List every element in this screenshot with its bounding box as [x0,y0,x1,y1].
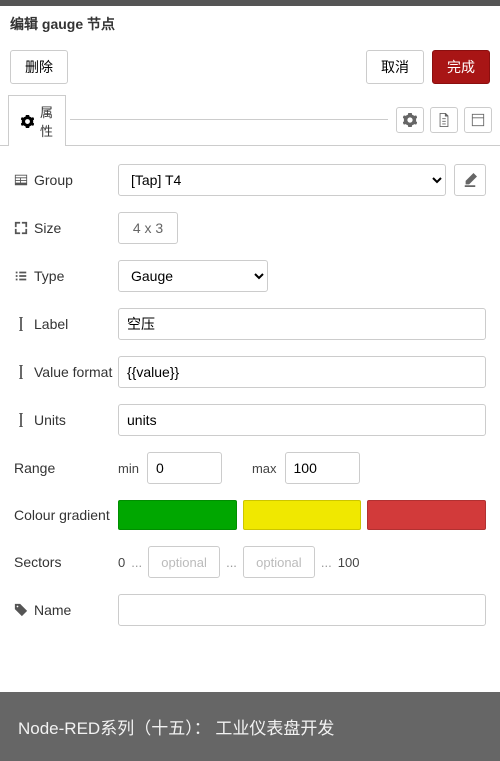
list-icon [14,269,28,283]
sectors-start: 0 [118,555,125,570]
range-min-input[interactable] [147,452,222,484]
name-label: Name [14,602,118,618]
pencil-icon [463,173,477,187]
sector-1-input[interactable] [148,546,220,578]
type-label: Type [14,268,118,284]
text-cursor-icon [14,365,28,379]
colour-3-swatch[interactable] [367,500,486,530]
range-max-input[interactable] [285,452,360,484]
page-footer: Node-RED系列（十五）： 工业仪表盘开发 [0,692,500,761]
dots-icon: ... [321,555,332,570]
gear-icon [403,113,417,127]
range-min-label: min [118,461,139,476]
valueformat-input[interactable] [118,356,486,388]
table-icon [14,173,28,187]
tab-properties[interactable]: 属性 [8,95,66,146]
edit-group-button[interactable] [454,164,486,196]
done-button[interactable]: 完成 [432,50,490,84]
dialog-title: 编辑 gauge 节点 [0,6,500,42]
range-max-label: max [252,461,277,476]
group-select[interactable]: [Tap] T4 [118,164,446,196]
colour-2-swatch[interactable] [243,500,362,530]
label-input[interactable] [118,308,486,340]
group-label: Group [14,172,118,188]
tab-properties-label: 属性 [40,102,53,140]
label-label: Label [14,316,118,332]
node-docs-button[interactable] [430,107,458,133]
text-cursor-icon [14,413,28,427]
name-input[interactable] [118,594,486,626]
valueformat-label: Value format [14,364,118,380]
delete-button[interactable]: 删除 [10,50,68,84]
tag-icon [14,603,28,617]
layout-icon [471,113,485,127]
colour-1-swatch[interactable] [118,500,237,530]
sectors-end: 100 [338,555,360,570]
sectors-label: Sectors [14,554,118,570]
colour-label: Colour gradient [14,507,118,523]
dots-icon: ... [226,555,237,570]
units-label: Units [14,412,118,428]
range-label: Range [14,460,118,476]
size-input[interactable] [118,212,178,244]
node-settings-button[interactable] [396,107,424,133]
size-label: Size [14,220,118,236]
dots-icon: ... [131,555,142,570]
units-input[interactable] [118,404,486,436]
node-appearance-button[interactable] [464,107,492,133]
sector-2-input[interactable] [243,546,315,578]
type-select[interactable]: Gauge [118,260,268,292]
file-icon [437,113,451,127]
resize-icon [14,221,28,235]
gear-icon [21,115,34,128]
text-cursor-icon [14,317,28,331]
cancel-button[interactable]: 取消 [366,50,424,84]
